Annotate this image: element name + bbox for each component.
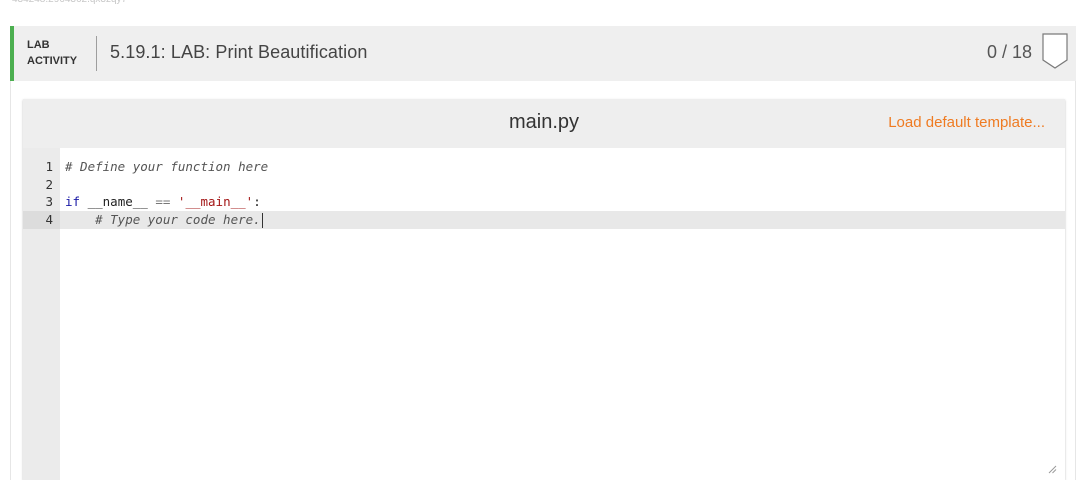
code-editor: main.py Load default template... 1 # Def…: [23, 99, 1065, 480]
line-code[interactable]: # Type your code here.: [65, 211, 263, 229]
editor-header: main.py Load default template...: [23, 99, 1065, 148]
header-divider: [96, 36, 97, 71]
line-number: 2: [45, 176, 53, 192]
lab-tag-line1: LAB: [27, 39, 50, 51]
code-line[interactable]: 3 if __name__ == '__main__':: [23, 193, 1065, 211]
dunder-name: __name__: [80, 194, 156, 210]
code-line[interactable]: 1 # Define your function here: [23, 158, 1065, 176]
code-lines[interactable]: 1 # Define your function here 2 3 if __n…: [23, 158, 1065, 229]
line-number: 1: [45, 159, 53, 174]
text-cursor: [261, 213, 263, 229]
line-code[interactable]: if __name__ == '__main__':: [65, 193, 261, 211]
line-number: 3: [45, 194, 53, 210]
code-line[interactable]: 2: [23, 176, 1065, 194]
resize-handle-icon[interactable]: [1047, 464, 1057, 474]
keyword-if: if: [65, 194, 81, 210]
lab-activity-tag: LAB ACTIVITY: [27, 37, 77, 69]
line-code[interactable]: # Define your function here: [65, 158, 268, 176]
load-default-template-link[interactable]: Load default template...: [888, 114, 1045, 131]
code-text-area[interactable]: 1 # Define your function here 2 3 if __n…: [23, 148, 1065, 480]
lab-title: 5.19.1: LAB: Print Beautification: [110, 42, 368, 62]
main-string: '__main__': [170, 194, 254, 210]
shield-badge-icon: [1042, 33, 1068, 69]
comment-text: # Type your code here.: [65, 212, 261, 228]
activity-id: 434248.2964362.qx3zqy7: [12, 0, 127, 5]
lab-score: 0 / 18: [986, 42, 1032, 62]
code-line-active[interactable]: 4 # Type your code here.: [23, 211, 1065, 229]
line-number: 4: [23, 211, 60, 229]
lab-activity-header: LAB ACTIVITY 5.19.1: LAB: Print Beautifi…: [10, 26, 1076, 81]
colon: :: [253, 194, 261, 210]
lab-tag-line2: ACTIVITY: [27, 55, 78, 67]
equality-operator: ==: [155, 194, 171, 210]
